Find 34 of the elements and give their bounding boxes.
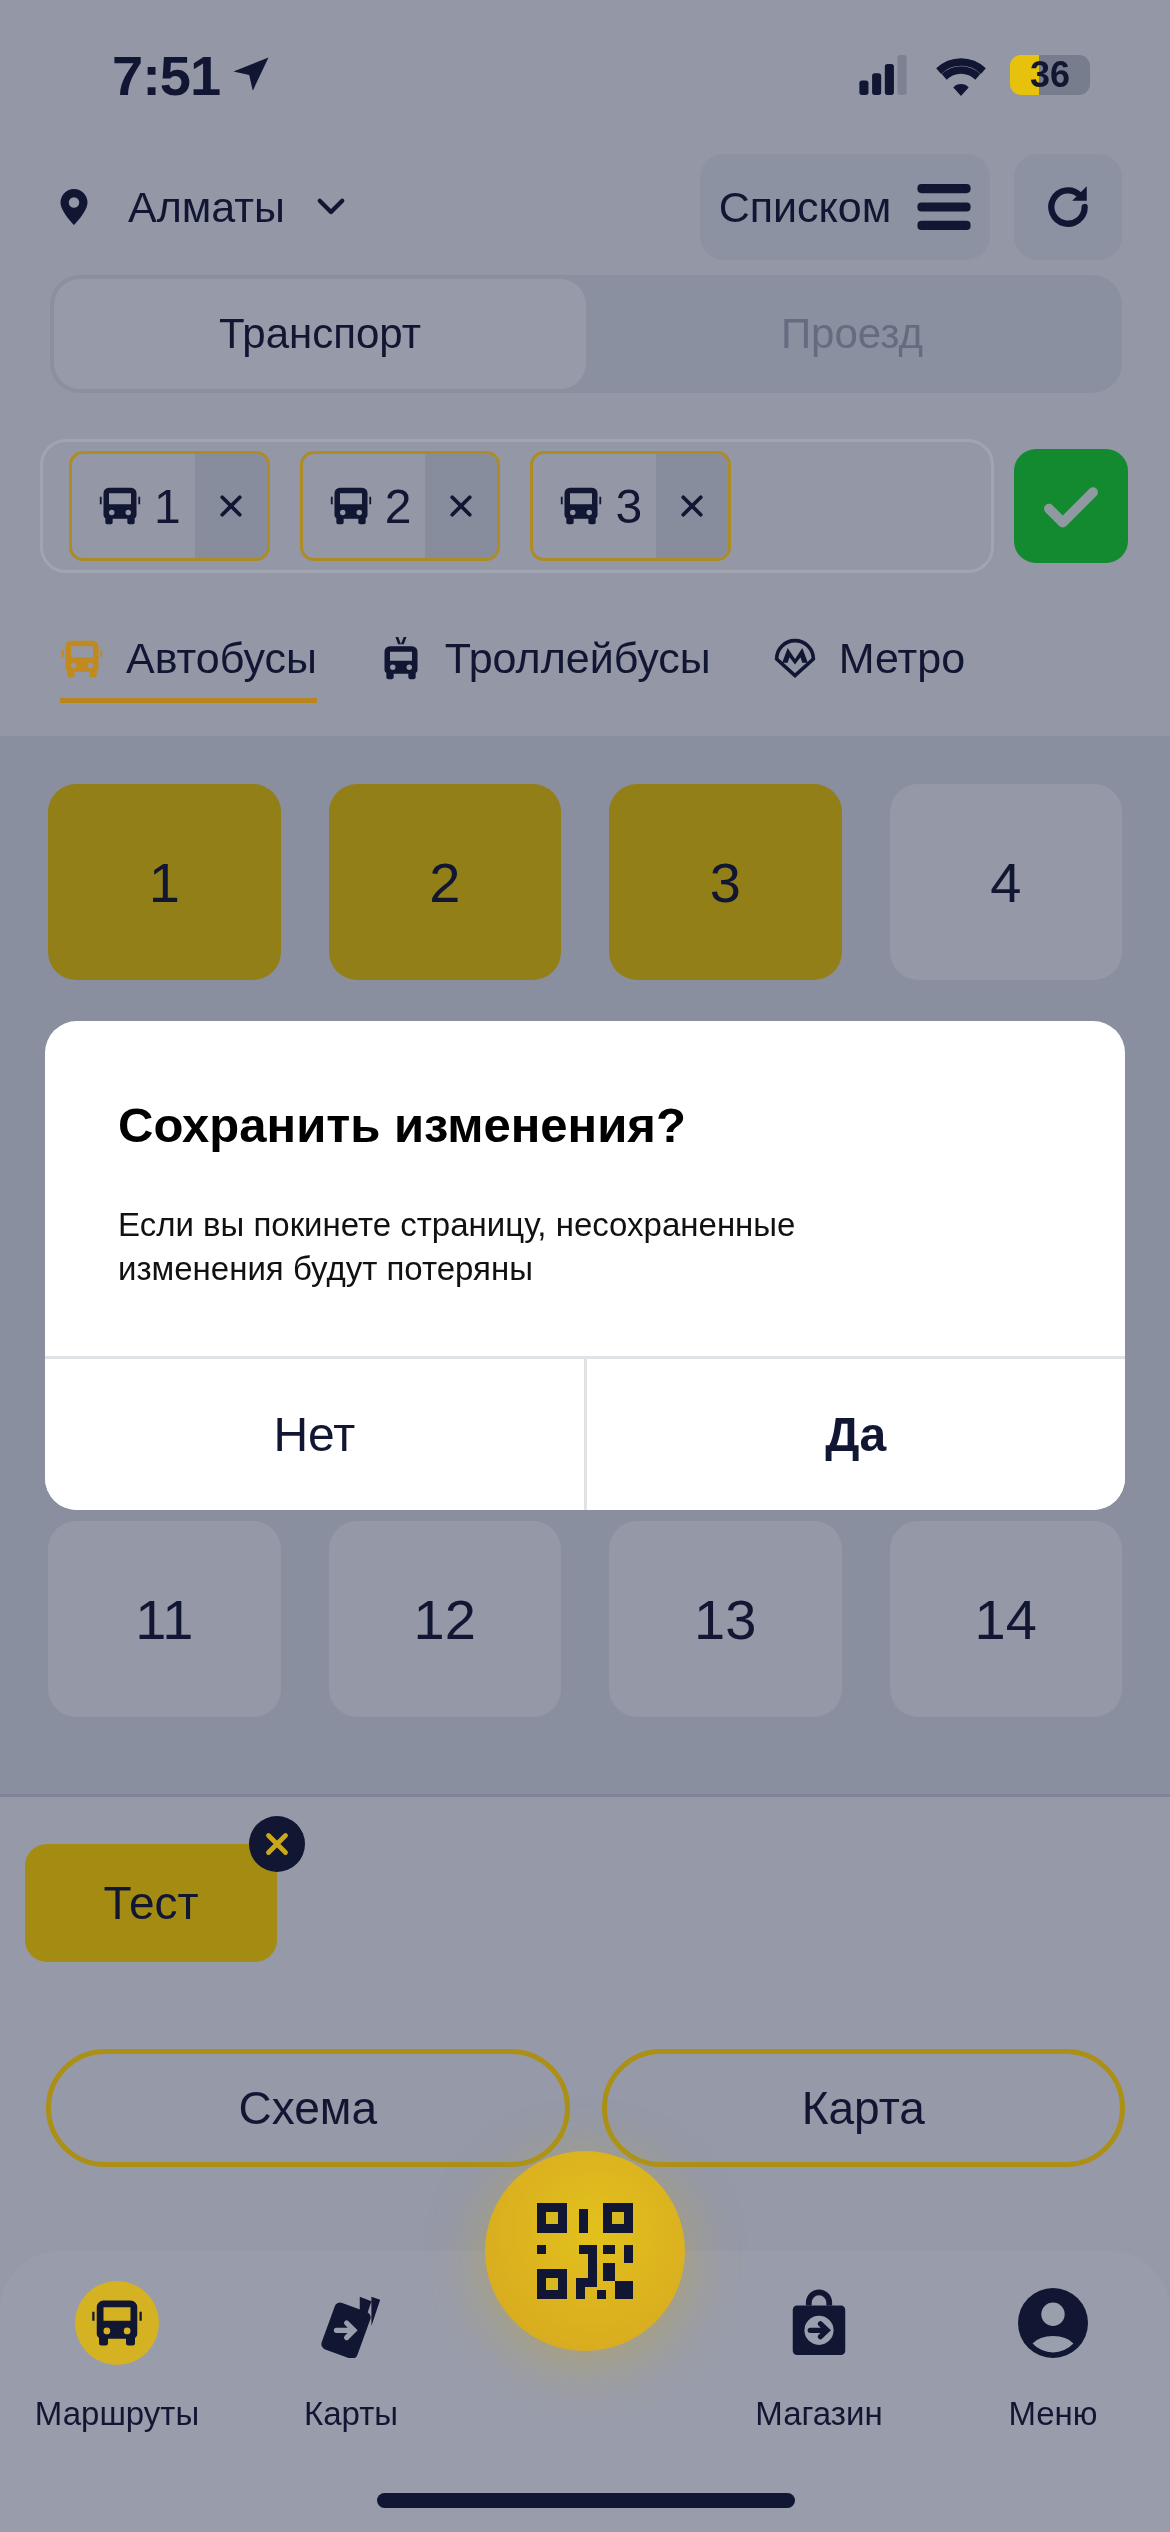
dialog-title: Сохранить изменения? (118, 1097, 687, 1153)
route-number-button[interactable]: 3 (609, 784, 842, 980)
clock-time: 7:51 (112, 42, 221, 108)
transport-tab[interactable]: Автобусы (60, 621, 317, 703)
outline-button[interactable]: Схема (46, 2049, 570, 2167)
user-icon (1018, 2288, 1088, 2358)
list-view-button[interactable]: Списком (700, 154, 990, 260)
route-number-button[interactable]: 2 (328, 784, 561, 980)
remove-button[interactable] (425, 454, 498, 558)
route-number-button[interactable]: 14 (889, 1521, 1122, 1717)
outline-button[interactable]: Карта (601, 2049, 1125, 2167)
route-number-button[interactable]: 13 (609, 1521, 842, 1717)
chip-label: 3 (615, 478, 643, 534)
tab-bar-item[interactable]: Маршруты (34, 2251, 200, 2532)
city-selector[interactable]: Алматы (56, 182, 351, 232)
qr-code-icon (537, 2203, 633, 2299)
route-number-button[interactable]: 1 (48, 784, 281, 980)
transport-tab[interactable]: Метро (772, 621, 966, 703)
route-number-button[interactable]: 12 (328, 1521, 561, 1717)
remove-button[interactable] (194, 454, 267, 558)
refresh-button[interactable] (1014, 154, 1122, 260)
confirm-dialog-button[interactable]: Да (583, 1359, 1125, 1510)
dialog-message: Если вы покинете страницу, несохраненные изменения будут потеряны (118, 1205, 797, 1289)
menu-icon (917, 184, 972, 230)
transport-tab[interactable]: Троллейбусы (378, 621, 711, 703)
tab-bar-item[interactable]: Меню (1008, 2251, 1098, 2532)
chip-label: 2 (384, 478, 412, 534)
chip-label: 1 (154, 478, 181, 534)
route-number-button[interactable]: 11 (48, 1521, 281, 1717)
segment-tab[interactable]: Транспорт (54, 279, 586, 389)
route-number-button[interactable]: 4 (889, 784, 1122, 980)
favorite-button[interactable]: Тест (25, 1844, 277, 1962)
remove-button[interactable] (656, 454, 729, 558)
remove-favorite-button[interactable] (249, 1816, 305, 1872)
